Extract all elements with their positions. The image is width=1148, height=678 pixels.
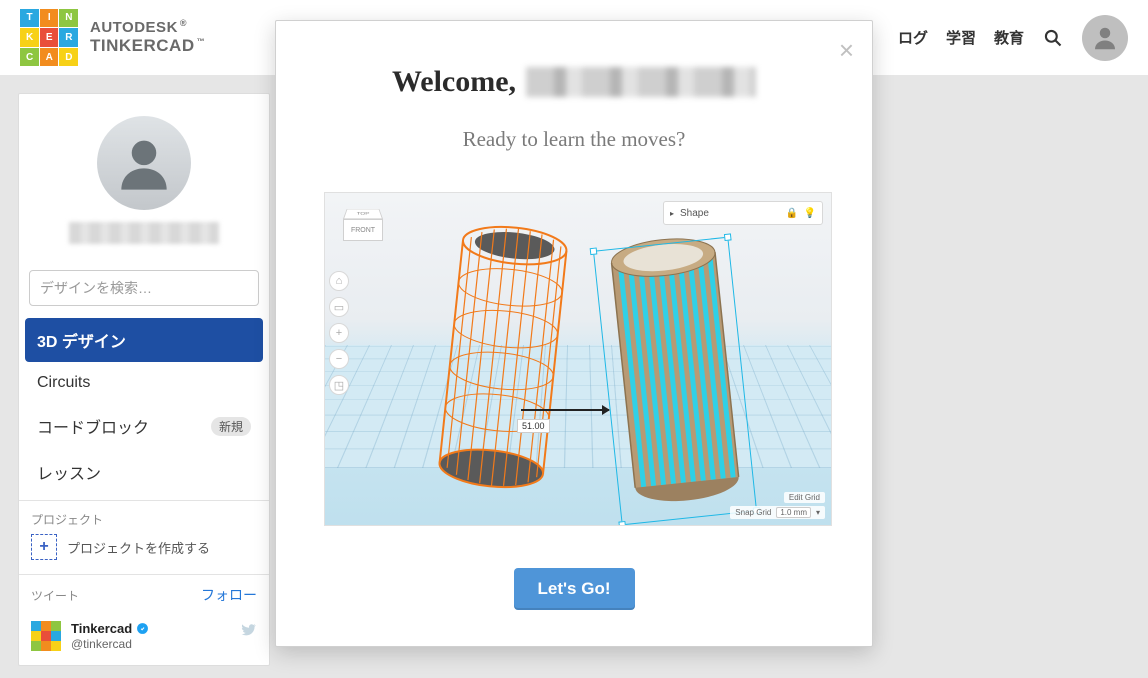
zoom-out-icon: − (329, 349, 349, 369)
edit-grid-label: Edit Grid (784, 492, 825, 503)
welcome-modal: × Welcome, Ready to learn the moves? TOP… (275, 20, 873, 647)
viewcube-front: FRONT (343, 219, 383, 241)
viewcube-top: TOP (343, 209, 383, 219)
snap-grid-label: Snap Grid (735, 508, 771, 517)
modal-subtitle: Ready to learn the moves? (324, 127, 824, 152)
ortho-icon: ◳ (329, 375, 349, 395)
close-icon[interactable]: × (839, 35, 854, 66)
shape-panel-label: Shape (680, 208, 709, 219)
viewcube: TOP FRONT (343, 201, 383, 251)
view-tools: ⌂ ▭ + − ◳ (329, 271, 349, 395)
modal-title: Welcome, (324, 65, 824, 99)
snap-grid-value: 1.0 mm (776, 507, 811, 518)
dimension-value: 51.00 (517, 419, 550, 433)
welcome-prefix: Welcome, (392, 65, 516, 99)
cylinder-solid (601, 223, 750, 514)
fit-view-icon: ▭ (329, 297, 349, 317)
zoom-in-icon: + (329, 323, 349, 343)
lock-icon: 🔒 (786, 207, 798, 219)
bulb-icon: 💡 (804, 207, 816, 219)
shape-panel: ▸ Shape 🔒 💡 (663, 201, 823, 225)
editor-preview: TOP FRONT ⌂ ▭ + − ◳ ▸ Shape 🔒 💡 (324, 192, 832, 526)
username-redacted (526, 67, 756, 97)
dimension-arrow-icon (521, 409, 609, 411)
chevron-right-icon: ▸ (670, 209, 674, 218)
workplane-grid (324, 345, 832, 468)
home-view-icon: ⌂ (329, 271, 349, 291)
chevron-down-icon: ▾ (816, 508, 820, 517)
lets-go-button[interactable]: Let's Go! (514, 568, 635, 610)
grid-controls: Edit Grid Snap Grid 1.0 mm ▾ (730, 492, 825, 519)
